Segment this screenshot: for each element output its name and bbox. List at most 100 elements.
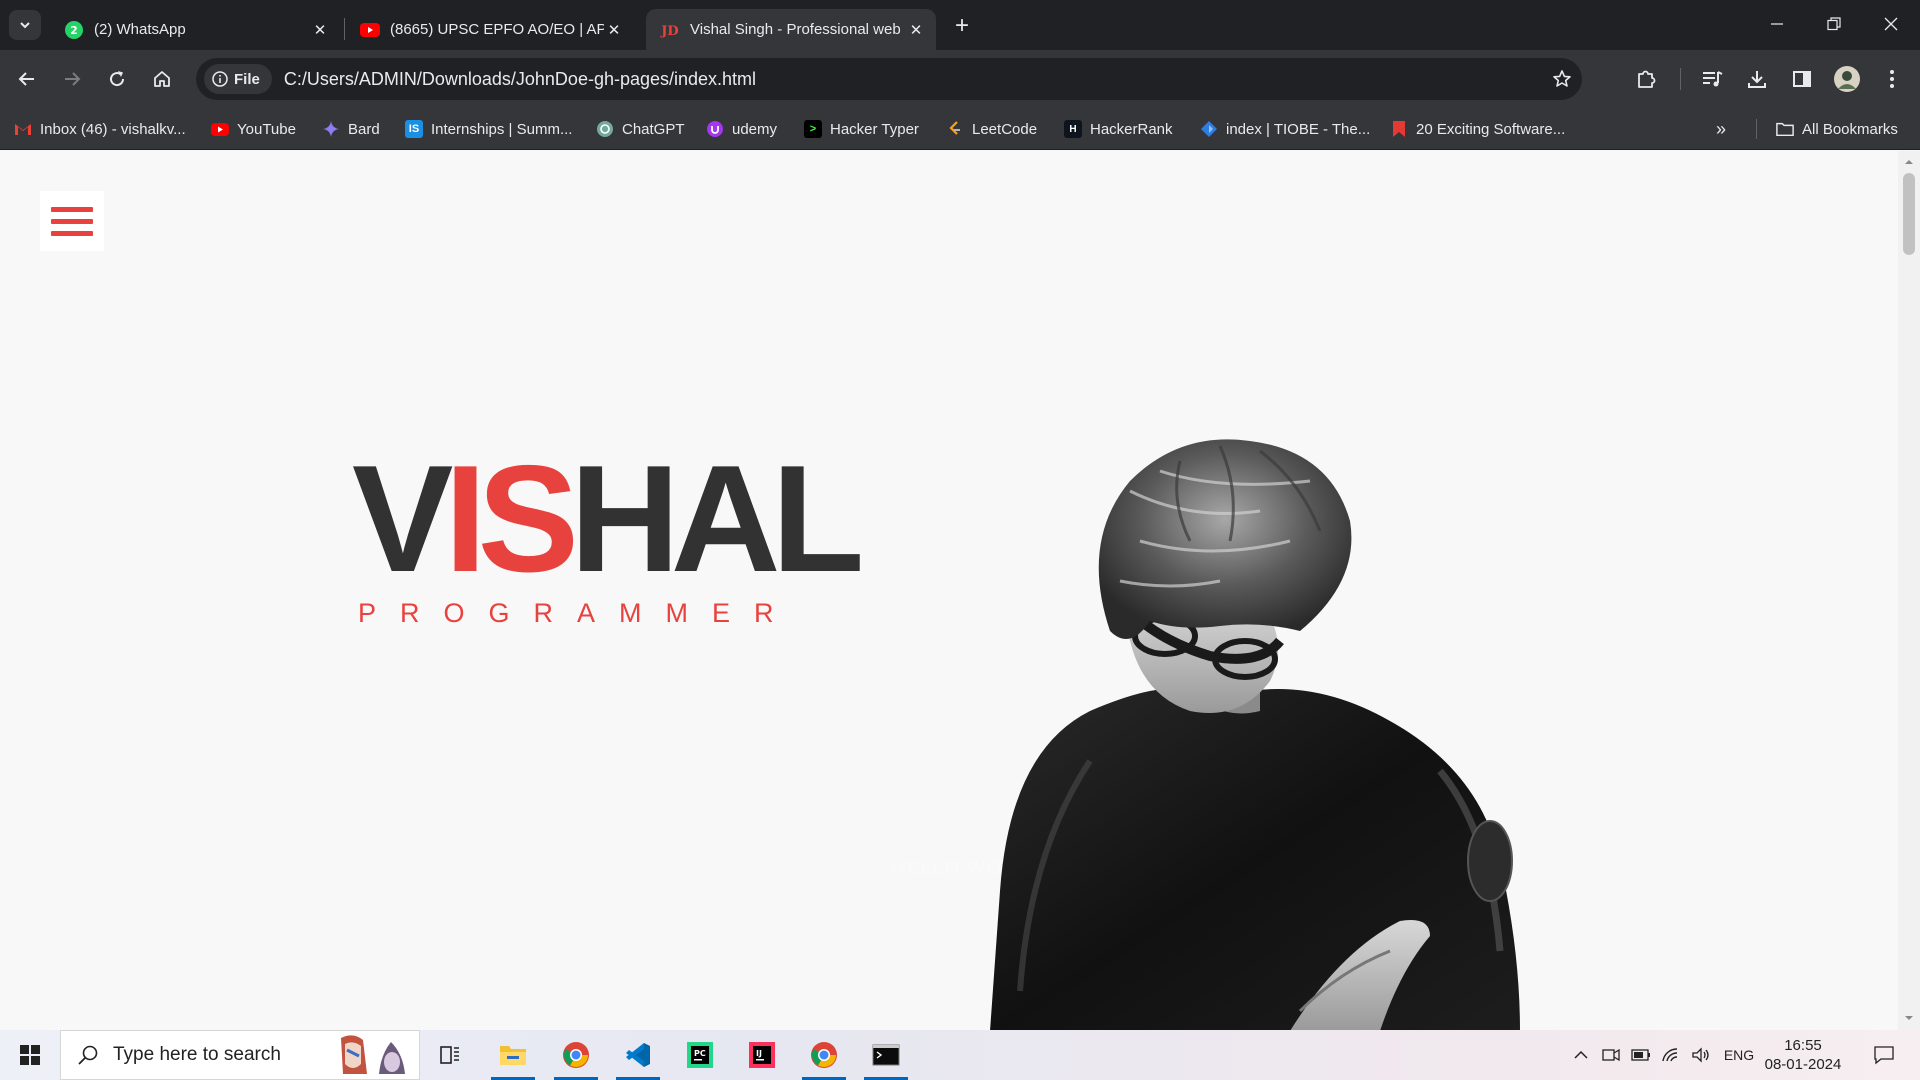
tab-strip: 2 (2) WhatsApp ✕ (8665) UPSC EPFO AO/EO … [0, 0, 1920, 50]
clock-date: 08-01-2024 [1764, 1056, 1842, 1073]
bookmark-label: YouTube [237, 120, 296, 138]
bookmark-star-button[interactable] [1542, 59, 1582, 99]
reload-button[interactable] [99, 61, 135, 97]
hamburger-menu-button[interactable] [40, 191, 104, 251]
close-icon[interactable]: ✕ [310, 20, 330, 40]
svg-text:2: 2 [70, 24, 78, 37]
hero-name-part: V [352, 434, 453, 604]
task-view-icon [440, 1046, 459, 1064]
chrome-icon [563, 1042, 589, 1068]
tab-vishal-singh[interactable]: JD Vishal Singh - Professional web ✕ [646, 9, 936, 50]
file-explorer-button[interactable] [483, 1030, 543, 1080]
bookmarks-overflow-button[interactable]: » [1716, 118, 1726, 140]
bookmark-youtube[interactable]: YouTube [211, 118, 296, 140]
wifi-icon[interactable] [1658, 1030, 1684, 1080]
bookmark-hacker-typer[interactable]: > Hacker Typer [804, 118, 919, 140]
bookmark-leetcode[interactable]: LeetCode [946, 118, 1037, 140]
new-tab-button[interactable]: + [948, 12, 976, 40]
bookmark-label: HackerRank [1090, 120, 1173, 138]
bookmark-label: Inbox (46) - vishalkv... [40, 120, 186, 138]
gmail-icon [14, 120, 32, 138]
media-control-button[interactable] [1696, 63, 1728, 95]
taskbar-search-box[interactable]: Type here to search [60, 1030, 420, 1080]
close-icon[interactable]: ✕ [906, 20, 926, 40]
extensions-button[interactable] [1630, 63, 1662, 95]
restore-button[interactable] [1805, 0, 1863, 48]
tab-title: Vishal Singh - Professional web [690, 21, 901, 38]
scrollbar-thumb[interactable] [1903, 173, 1915, 255]
puzzle-icon [1638, 70, 1656, 88]
bookmark-red-icon [1390, 120, 1408, 138]
bookmark-label: ChatGPT [622, 120, 685, 138]
bookmark-gmail[interactable]: Inbox (46) - vishalkv... [14, 118, 186, 140]
home-button[interactable] [144, 61, 180, 97]
chrome-profile-button[interactable] [794, 1030, 854, 1080]
info-icon [212, 71, 228, 87]
tab-search-button[interactable] [9, 10, 41, 40]
tab-whatsapp[interactable]: 2 (2) WhatsApp ✕ [50, 9, 340, 50]
search-placeholder: Type here to search [113, 1044, 281, 1065]
url-text[interactable]: C:/Users/ADMIN/Downloads/JohnDoe-gh-page… [284, 69, 1542, 90]
start-button[interactable] [0, 1030, 60, 1080]
address-bar[interactable]: File C:/Users/ADMIN/Downloads/JohnDoe-gh… [196, 58, 1582, 100]
pycharm-icon: PC [687, 1042, 713, 1068]
chrome-icon [811, 1042, 837, 1068]
bookmark-software[interactable]: 20 Exciting Software... [1390, 118, 1565, 140]
tiobe-icon [1200, 120, 1218, 138]
language-indicator[interactable]: ENG [1718, 1030, 1760, 1080]
task-view-button[interactable] [420, 1030, 480, 1080]
browser-menu-button[interactable] [1876, 63, 1908, 95]
intellij-button[interactable]: IJ [732, 1030, 792, 1080]
arrow-left-icon [18, 72, 34, 86]
system-clock[interactable]: 16:55 08-01-2024 [1758, 1036, 1848, 1074]
windows-logo-icon [20, 1045, 40, 1065]
chatgpt-icon [596, 120, 614, 138]
bookmark-internships[interactable]: IS Internships | Summ... [405, 118, 572, 140]
playlist-music-icon [1703, 71, 1723, 87]
pycharm-button[interactable]: PC [670, 1030, 730, 1080]
minimize-icon [1771, 23, 1783, 25]
hero-name: VISHAL [352, 443, 864, 595]
terminal-icon: > [804, 120, 822, 138]
close-window-button[interactable] [1862, 0, 1920, 48]
hackerrank-icon: H [1064, 120, 1082, 138]
bard-icon [322, 120, 340, 138]
site-info-chip[interactable]: File [204, 64, 272, 94]
internshala-icon: IS [405, 120, 423, 138]
terminal-button[interactable] [856, 1030, 916, 1080]
chrome-button[interactable] [546, 1030, 606, 1080]
toolbar-separator [1680, 68, 1681, 90]
all-bookmarks-button[interactable]: All Bookmarks [1776, 118, 1898, 140]
udemy-icon [706, 120, 724, 138]
scroll-up-icon[interactable] [1904, 157, 1914, 167]
side-panel-button[interactable] [1786, 63, 1818, 95]
page-scrollbar[interactable] [1898, 151, 1920, 1030]
hero-name-highlight: IS [444, 434, 579, 604]
bookmark-hackerrank[interactable]: H HackerRank [1064, 118, 1173, 140]
minimize-button[interactable] [1748, 0, 1806, 48]
bookmark-tiobe[interactable]: index | TIOBE - The... [1200, 118, 1370, 140]
bookmark-chatgpt[interactable]: ChatGPT [596, 118, 685, 140]
home-icon [154, 71, 170, 87]
bookmark-label: udemy [732, 120, 778, 138]
scroll-down-icon[interactable] [1904, 1013, 1914, 1023]
leetcode-icon [946, 120, 964, 138]
vscode-button[interactable] [608, 1030, 668, 1080]
battery-icon[interactable] [1628, 1030, 1654, 1080]
volume-icon[interactable] [1688, 1030, 1714, 1080]
tray-overflow-button[interactable] [1568, 1030, 1594, 1080]
downloads-button[interactable] [1741, 63, 1773, 95]
close-icon[interactable]: ✕ [604, 20, 624, 40]
bookmark-label: index | TIOBE - The... [1226, 120, 1371, 138]
portrait-image [990, 439, 1520, 1030]
back-button[interactable] [9, 61, 45, 97]
tab-youtube[interactable]: (8665) UPSC EPFO AO/EO | APFC ✕ [346, 9, 634, 50]
bookmark-udemy[interactable]: udemy [706, 118, 777, 140]
bookmark-bard[interactable]: Bard [322, 118, 380, 140]
forward-button[interactable] [54, 61, 90, 97]
bookmark-label: Bard [348, 120, 380, 138]
clock-time: 16:55 [1784, 1037, 1822, 1054]
profile-avatar[interactable] [1831, 63, 1863, 95]
meet-now-icon[interactable] [1598, 1030, 1624, 1080]
notification-center-button[interactable] [1864, 1030, 1904, 1080]
